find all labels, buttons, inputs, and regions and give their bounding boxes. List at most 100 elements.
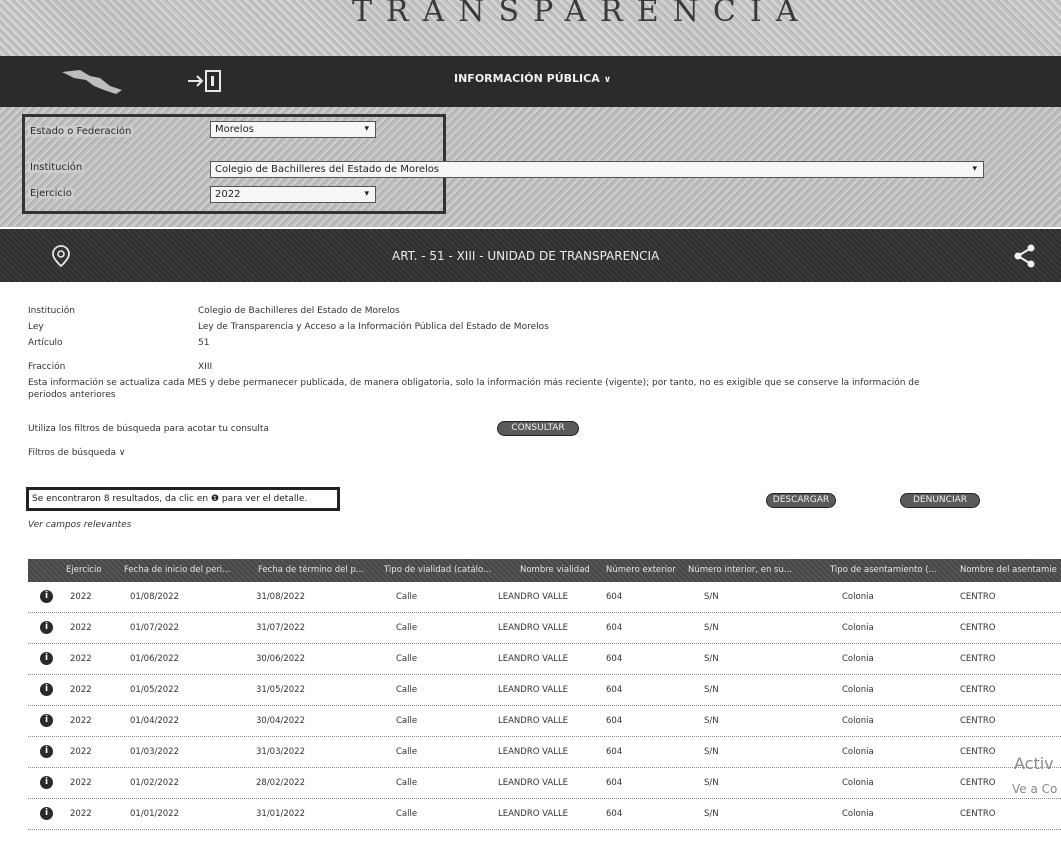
table-cell: 31/07/2022 xyxy=(256,623,305,633)
column-header[interactable]: Tipo de asentamiento (... xyxy=(830,565,950,575)
activation-watermark-sub: Ve a Co xyxy=(1012,782,1058,796)
table-cell: 31/08/2022 xyxy=(256,592,305,602)
info-icon[interactable]: i xyxy=(40,621,53,634)
table-cell: CENTRO xyxy=(960,685,996,695)
site-title: TRANSPARENCIA xyxy=(352,0,812,29)
denunciar-button[interactable]: DENUNCIAR xyxy=(900,493,980,508)
table-cell: 01/01/2022 xyxy=(130,809,179,819)
table-cell: S/N xyxy=(704,685,719,695)
articulo-key: Artículo xyxy=(28,338,63,348)
table-row: i 2022 01/08/2022 31/08/2022 Calle LEANDRO VA… xyxy=(28,583,1061,613)
table-cell: 2022 xyxy=(70,778,92,788)
info-icon[interactable]: i xyxy=(40,807,53,820)
article-bar: ART. - 51 - XIII - UNIDAD DE TRANSPARENC… xyxy=(0,229,1061,282)
table-cell: Colonia xyxy=(842,654,874,664)
table-cell: 2022 xyxy=(70,747,92,757)
info-icon[interactable]: i xyxy=(40,745,53,758)
table-cell: S/N xyxy=(704,747,719,757)
table-cell: CENTRO xyxy=(960,592,996,602)
article-title: ART. - 51 - XIII - UNIDAD DE TRANSPARENC… xyxy=(392,249,660,263)
table-cell: LEANDRO VALLE xyxy=(498,778,569,788)
institucion-value: Colegio de Bachilleres del Estado de Mor… xyxy=(215,164,440,175)
header-banner: TRANSPARENCIA xyxy=(0,0,1061,56)
table-cell: Colonia xyxy=(842,778,874,788)
location-pin-icon[interactable] xyxy=(52,245,70,267)
estado-select[interactable]: Morelos ▾ xyxy=(210,121,376,138)
institucion-select[interactable]: Colegio de Bachilleres del Estado de Mor… xyxy=(210,161,984,178)
table-row: i 2022 01/02/2022 28/02/2022 Calle LEANDRO VA… xyxy=(28,769,1061,799)
table-cell: CENTRO xyxy=(960,654,996,664)
share-icon[interactable] xyxy=(1014,244,1036,268)
table-cell: S/N xyxy=(704,778,719,788)
ejercicio-label: Ejercicio xyxy=(28,188,74,199)
estado-value: Morelos xyxy=(215,124,254,135)
table-cell: CENTRO xyxy=(960,778,996,788)
table-cell: LEANDRO VALLE xyxy=(498,716,569,726)
column-header[interactable]: Fecha de inicio del peri... xyxy=(124,565,234,575)
table-cell: 01/08/2022 xyxy=(130,592,179,602)
table-cell: LEANDRO VALLE xyxy=(498,654,569,664)
mexico-map-logo-icon[interactable] xyxy=(60,66,126,96)
table-row: i 2022 01/05/2022 31/05/2022 Calle LEANDRO VA… xyxy=(28,676,1061,706)
column-header[interactable]: Número exterior xyxy=(606,565,676,575)
filtros-busqueda-toggle[interactable]: Filtros de búsqueda ∨ xyxy=(28,448,125,458)
activation-watermark: Activ xyxy=(1014,754,1054,773)
column-header[interactable]: Tipo de vialidad (catálo... xyxy=(384,565,500,575)
table-cell: 31/01/2022 xyxy=(256,809,305,819)
table-cell: CENTRO xyxy=(960,809,996,819)
results-count: Se encontraron 8 resultados, da clic en … xyxy=(26,487,340,511)
table-cell: S/N xyxy=(704,654,719,664)
column-header[interactable]: Nombre del asentamie xyxy=(960,565,1061,575)
table-cell: CENTRO xyxy=(960,747,996,757)
menu-label: INFORMACIÓN PÚBLICA xyxy=(454,72,600,85)
column-header[interactable]: Fecha de término del p... xyxy=(258,565,368,575)
estado-label: Estado o Federación xyxy=(28,126,134,137)
table-cell: S/N xyxy=(704,716,719,726)
table-cell: CENTRO xyxy=(960,623,996,633)
table-cell: Calle xyxy=(396,592,418,602)
table-row: i 2022 01/04/2022 30/04/2022 Calle LEANDRO VA… xyxy=(28,707,1061,737)
table-cell: LEANDRO VALLE xyxy=(498,623,569,633)
table-cell: Colonia xyxy=(842,809,874,819)
institucion-label: Institución xyxy=(28,162,85,173)
column-header[interactable]: Número interior, en su... xyxy=(688,565,794,575)
table-row: i 2022 01/03/2022 31/03/2022 Calle LEANDRO VA… xyxy=(28,738,1061,768)
table-cell: 01/06/2022 xyxy=(130,654,179,664)
table-cell: Colonia xyxy=(842,592,874,602)
search-hint: Utiliza los filtros de búsqueda para aco… xyxy=(28,424,269,434)
info-icon[interactable]: i xyxy=(40,652,53,665)
table-cell: 2022 xyxy=(70,716,92,726)
login-icon[interactable] xyxy=(186,68,226,94)
info-icon[interactable]: i xyxy=(40,590,53,603)
table-cell: 604 xyxy=(606,809,623,819)
fraccion-value: XIII xyxy=(198,362,213,372)
info-icon[interactable]: i xyxy=(40,776,53,789)
consultar-button[interactable]: CONSULTAR xyxy=(497,421,579,436)
fraccion-key: Fracción xyxy=(28,362,66,372)
dropdown-arrow-icon: ▾ xyxy=(364,124,369,134)
table-cell: CENTRO xyxy=(960,716,996,726)
table-cell: 30/06/2022 xyxy=(256,654,305,664)
table-row: i 2022 01/01/2022 31/01/2022 Calle LEANDRO VA… xyxy=(28,800,1061,830)
table-cell: Calle xyxy=(396,623,418,633)
column-header[interactable]: Nombre vialidad xyxy=(520,565,590,575)
column-header[interactable]: Ejercicio xyxy=(66,565,102,575)
table-cell: 604 xyxy=(606,592,623,602)
table-cell: 30/04/2022 xyxy=(256,716,305,726)
table-cell: 31/03/2022 xyxy=(256,747,305,757)
table-cell: 604 xyxy=(606,747,623,757)
table-cell: Calle xyxy=(396,716,418,726)
table-cell: Colonia xyxy=(842,685,874,695)
table-cell: 01/04/2022 xyxy=(130,716,179,726)
info-icon[interactable]: i xyxy=(40,714,53,727)
informacion-publica-menu[interactable]: INFORMACIÓN PÚBLICA ∨ xyxy=(454,72,611,85)
table-cell: Calle xyxy=(396,778,418,788)
ejercicio-select[interactable]: 2022 ▾ xyxy=(210,186,376,203)
ver-campos-relevantes-link[interactable]: Ver campos relevantes xyxy=(28,520,131,530)
table-cell: 604 xyxy=(606,623,623,633)
table-cell: S/N xyxy=(704,623,719,633)
table-cell: 604 xyxy=(606,778,623,788)
info-icon[interactable]: i xyxy=(40,683,53,696)
institucion-key: Institución xyxy=(28,306,75,316)
descargar-button[interactable]: DESCARGAR xyxy=(766,493,836,508)
